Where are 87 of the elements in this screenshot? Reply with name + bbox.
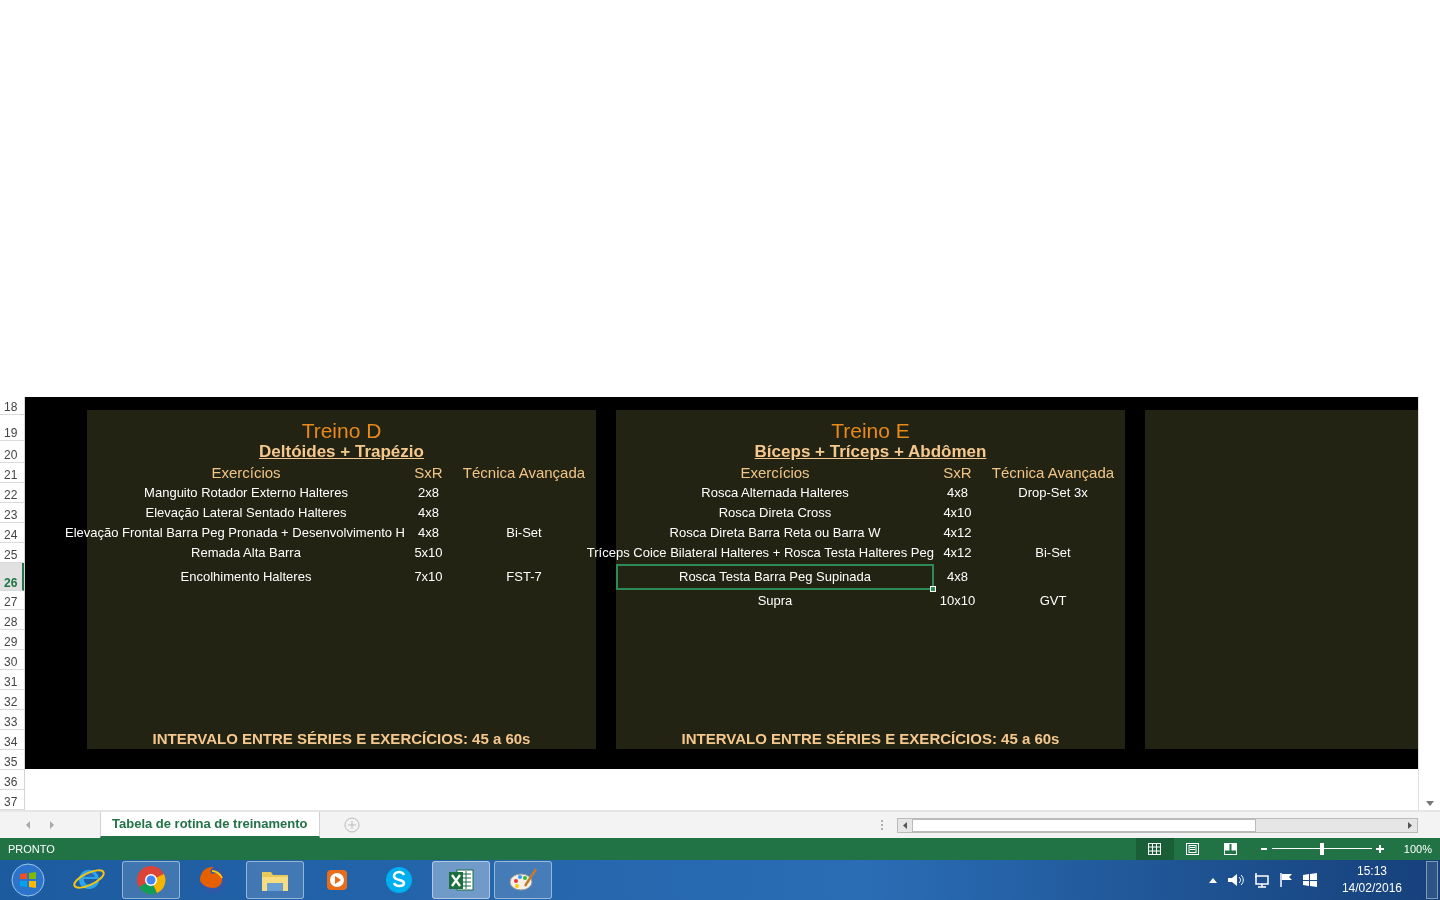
sets-reps-cell: 5x10 xyxy=(414,545,443,561)
sets-reps-cell: 10x10 xyxy=(939,592,976,608)
row-number[interactable]: 32 xyxy=(4,696,18,708)
workout-title: Treino E xyxy=(831,420,910,441)
exercise-cell-text: Elevação Lateral Sentado Halteres xyxy=(145,504,347,523)
technique-cell: Bi-Set xyxy=(1035,545,1071,561)
sets-reps-cell: 4x8 xyxy=(947,569,968,585)
muscle-group-heading: Bíceps + Tríceps + Abdômen xyxy=(754,441,987,464)
column-header: SxR xyxy=(943,463,972,481)
technique-cell: Drop-Set 3x xyxy=(1018,485,1088,501)
row-number[interactable]: 34 xyxy=(4,736,18,748)
taskbar-button[interactable] xyxy=(246,861,304,899)
exercise-cell-text: Elevação Frontal Barra Peg Pronada + Desenvolvimento H xyxy=(65,524,405,543)
exercise-cell-text: Manguito Rotador Externo Halteres xyxy=(144,484,348,503)
column-header: Exercícios xyxy=(740,462,810,483)
muscle-group-heading: Deltóides + Trapézio xyxy=(259,441,424,464)
zoom-out-icon[interactable] xyxy=(1259,845,1268,853)
page-layout-icon xyxy=(1185,842,1201,856)
column-header: Exercícios xyxy=(211,462,281,483)
scroll-thumb[interactable] xyxy=(912,818,1256,832)
row-number[interactable]: 33 xyxy=(4,716,18,728)
sets-reps-cell: 4x10 xyxy=(943,505,972,521)
speaker-icon[interactable] xyxy=(1225,872,1244,888)
page-break-icon xyxy=(1223,842,1239,856)
clock[interactable]: 15:13 14/02/2016 xyxy=(1341,863,1402,897)
column-header: Técnica Avançada xyxy=(462,463,586,481)
normal-view-button[interactable] xyxy=(1135,838,1174,860)
taskbar-button[interactable] xyxy=(494,861,552,899)
exercise-text: Rosca Testa Barra Peg Supinada xyxy=(679,568,871,587)
sets-reps-cell: 4x8 xyxy=(947,485,968,501)
selected-cell[interactable]: Rosca Testa Barra Peg Supinada xyxy=(616,564,934,590)
exercise-cell-text: Rosca Direta Barra Reta ou Barra W xyxy=(669,524,881,543)
row-number[interactable]: 19 xyxy=(4,427,18,439)
row-number[interactable]: 30 xyxy=(4,656,18,668)
column-header: SxR xyxy=(414,463,443,481)
status-text: PRONTO xyxy=(7,841,55,857)
sets-reps-cell: 2x8 xyxy=(418,485,439,501)
horizontal-scrollbar[interactable] xyxy=(897,817,1418,833)
row-number[interactable]: 37 xyxy=(4,796,18,808)
row-number[interactable]: 21 xyxy=(4,469,18,481)
scroll-down-icon[interactable] xyxy=(1424,798,1436,808)
windows-logo-icon[interactable] xyxy=(1301,872,1318,888)
show-hidden-icons-icon[interactable] xyxy=(1207,876,1218,884)
row-number[interactable]: 27 xyxy=(4,596,18,608)
row-number[interactable]: 18 xyxy=(4,401,18,413)
technique-cell: Bi-Set xyxy=(506,525,542,541)
row-number[interactable]: 20 xyxy=(4,449,18,461)
exercise-cell-text: Remada Alta Barra xyxy=(191,544,301,563)
row-number[interactable]: 22 xyxy=(4,489,18,501)
rest-interval-note: INTERVALO ENTRE SÉRIES E EXERCÍCIOS: 45 a 60s xyxy=(681,728,1060,749)
exercise-cell-text: Encolhimento Halteres xyxy=(180,568,312,587)
show-desktop-button[interactable] xyxy=(1426,861,1438,899)
exercise-cell-text: Rosca Direta Cross xyxy=(718,504,832,523)
zoom-in-icon[interactable] xyxy=(1375,845,1384,853)
sets-reps-cell: 4x8 xyxy=(418,505,439,521)
zoom-slider-thumb[interactable] xyxy=(1319,843,1324,855)
row-number[interactable]: 24 xyxy=(4,529,18,541)
exercise-cell-text: Tríceps Coice Bilateral Halteres + Rosca Testa Halteres Peg xyxy=(586,544,934,563)
sets-reps-cell: 4x8 xyxy=(418,525,439,541)
row-number[interactable]: 25 xyxy=(4,549,18,561)
sets-reps-cell: 7x10 xyxy=(414,569,443,585)
sets-reps-cell: 4x12 xyxy=(943,525,972,541)
technique-cell: FST-7 xyxy=(506,569,542,585)
taskbar-button[interactable] xyxy=(432,861,490,899)
clock-date: 14/02/2016 xyxy=(1341,880,1402,897)
row-number[interactable]: 31 xyxy=(4,676,18,688)
zoom-slider[interactable] xyxy=(1271,843,1372,855)
fill-handle[interactable] xyxy=(930,586,936,592)
rest-interval-note: INTERVALO ENTRE SÉRIES E EXERCÍCIOS: 45 a 60s xyxy=(152,728,531,749)
normal-view-icon xyxy=(1147,842,1163,856)
exercise-cell-text: Rosca Alternada Halteres xyxy=(701,484,849,503)
column-header: Técnica Avançada xyxy=(991,463,1115,481)
zoom-level[interactable]: 100% xyxy=(1403,840,1440,858)
flag-icon[interactable] xyxy=(1277,872,1294,888)
exercise-cell-text: Supra xyxy=(757,591,793,610)
row-number[interactable]: 28 xyxy=(4,616,18,628)
row-number[interactable]: 36 xyxy=(4,776,18,788)
sheet-tab[interactable]: Tabela de rotina de treinamento xyxy=(100,812,320,838)
technique-cell: GVT xyxy=(1039,592,1067,608)
clock-time: 15:13 xyxy=(1355,863,1388,880)
workout-title: Treino D xyxy=(301,420,382,441)
row-number[interactable]: 29 xyxy=(4,636,18,648)
row-number[interactable]: 23 xyxy=(4,509,18,521)
row-number[interactable]: 35 xyxy=(4,756,18,768)
windows-orb-icon xyxy=(10,862,46,898)
taskbar-button[interactable] xyxy=(122,861,180,899)
sets-reps-cell: 4x12 xyxy=(943,545,972,561)
